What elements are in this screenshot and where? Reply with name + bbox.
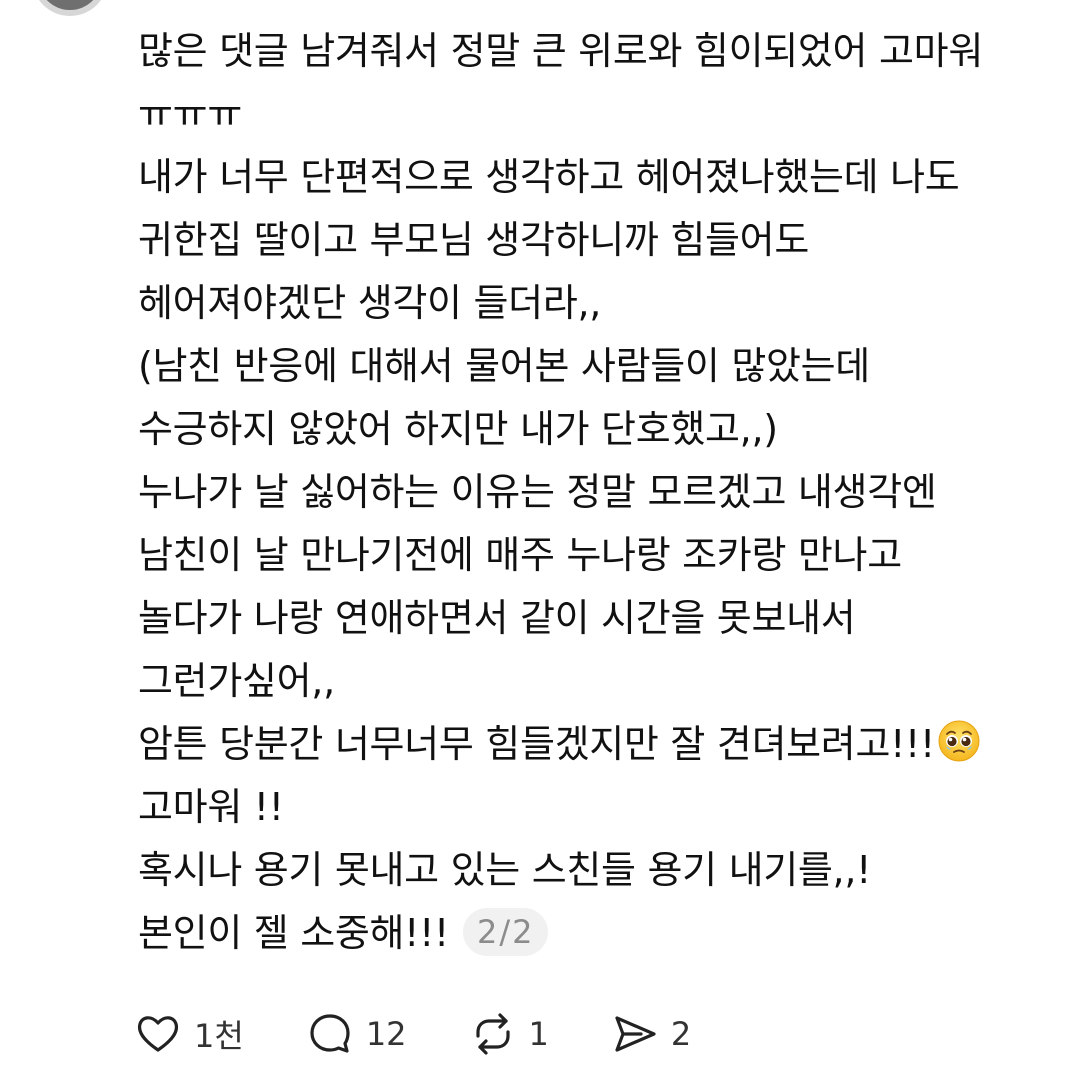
- post-text-line-last: 본인이 젤 소중해!!! 2/2: [138, 902, 1058, 965]
- post-body: 많은 댓글 남겨줘서 정말 큰 위로와 힘이되었어 고마워 ㅠㅠㅠ 내가 너무 …: [138, 20, 1058, 965]
- post-text-line: ㅠㅠㅠ: [138, 92, 242, 136]
- page-indicator-badge: 2/2: [462, 908, 549, 956]
- repost-icon: [475, 1013, 510, 1055]
- post-text-line: 내가 너무 단편적으로 생각하고 헤어졌나했는데 나도: [138, 155, 960, 199]
- avatar-image: [38, 0, 102, 10]
- post-actions-bar: 1천 12 1 2: [134, 1006, 753, 1062]
- post-text-line: 많은 댓글 남겨줘서 정말 큰 위로와 힘이되었어 고마워: [138, 29, 983, 73]
- post-text-line: 혹시나 용기 못내고 있는 스친들 용기 내기를,,!: [138, 848, 872, 892]
- pleading-face-emoji: [938, 720, 980, 762]
- post-text-line: 남친이 날 만나기전에 매주 누나랑 조카랑 만나고: [138, 533, 902, 577]
- author-avatar[interactable]: [32, 0, 108, 16]
- like-count: 1천: [194, 1017, 244, 1055]
- post-text-line: (남친 반응에 대해서 물어본 사람들이 많았는데: [138, 344, 870, 388]
- post-text-line: 수긍하지 않았어 하지만 내가 단호했고,,): [138, 407, 778, 451]
- post-text: 암튼 당분간 너무너무 힘들겠지만 잘 견뎌보려고!!!: [138, 722, 935, 766]
- post-text-line-with-emoji: 암튼 당분간 너무너무 힘들겠지만 잘 견뎌보려고!!!: [138, 713, 1058, 776]
- repost-count: 1: [528, 1015, 549, 1053]
- share-button[interactable]: 2: [611, 1006, 691, 1062]
- reply-button[interactable]: 12: [306, 1006, 407, 1062]
- like-button[interactable]: 1천: [134, 1006, 244, 1062]
- send-icon: [615, 1016, 656, 1052]
- speech-bubble-icon: [310, 1014, 350, 1053]
- post-text-line: 헤어져야겠단 생각이 들더라,,: [138, 281, 602, 325]
- post-text-line: 고마워 !!: [138, 785, 284, 829]
- share-count: 2: [670, 1015, 692, 1053]
- post-text-line: 놀다가 나랑 연애하면서 같이 시간을 못보내서: [138, 596, 856, 640]
- heart-icon: [137, 1016, 179, 1052]
- post-text: 본인이 젤 소중해!!!: [138, 911, 449, 955]
- repost-button[interactable]: 1: [469, 1006, 549, 1062]
- post-text-line: 귀한집 딸이고 부모님 생각하니까 힘들어도: [138, 218, 809, 262]
- post-text-line: 누나가 날 싫어하는 이유는 정말 모르겠고 내생각엔: [138, 470, 937, 514]
- reply-count: 12: [365, 1015, 407, 1053]
- post-text-line: 그런가싶어,,: [138, 659, 335, 703]
